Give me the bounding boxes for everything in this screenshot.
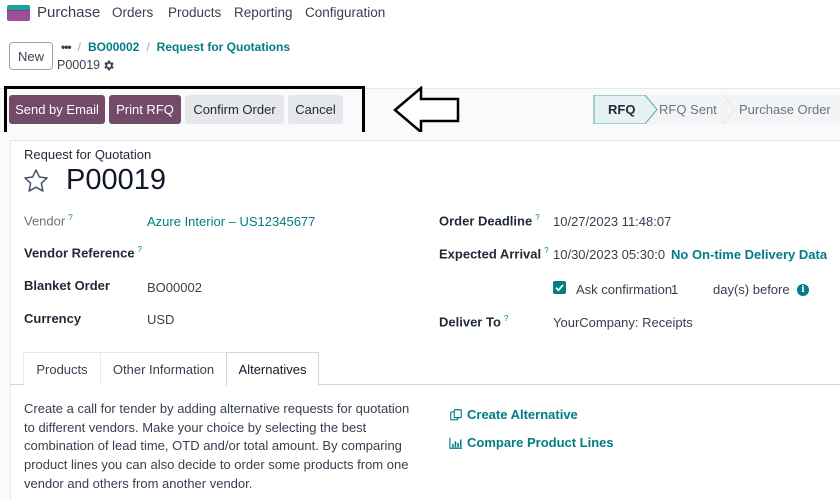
cancel-button[interactable]: Cancel (288, 95, 343, 124)
days-before-label: day(s) before (713, 282, 790, 297)
deliver-to-label: Deliver To? (439, 314, 509, 330)
new-button[interactable]: New (9, 42, 53, 70)
breadcrumb-separator: / (146, 40, 150, 54)
checkmark-icon (555, 284, 564, 292)
create-alternative-button[interactable]: Create Alternative (449, 407, 578, 422)
expected-arrival-field[interactable]: 10/30/2023 05:30:0 (553, 247, 665, 262)
tab-other-information[interactable]: Other Information (100, 352, 227, 385)
tab-products[interactable]: Products (23, 352, 101, 385)
vendor-reference-field[interactable] (147, 246, 397, 262)
app-name[interactable]: Purchase (37, 4, 100, 21)
order-deadline-label: Order Deadline? (439, 213, 540, 229)
help-tooltip-icon[interactable]: ? (68, 213, 72, 222)
compare-product-lines-button[interactable]: Compare Product Lines (449, 435, 614, 450)
currency-label: Currency (24, 311, 82, 326)
breadcrumb-separator: / (77, 40, 81, 54)
expected-arrival-label: Expected Arrival? (439, 246, 549, 262)
annotation-arrow-icon (393, 86, 460, 134)
confirm-order-button[interactable]: Confirm Order (185, 95, 284, 124)
help-tooltip-icon[interactable]: ? (504, 314, 508, 323)
help-tooltip-icon[interactable]: ? (138, 245, 142, 254)
breadcrumb-rfq-list[interactable]: Request for Quotations (157, 40, 290, 54)
menu-configuration[interactable]: Configuration (305, 5, 385, 20)
print-rfq-button[interactable]: Print RFQ (109, 95, 181, 124)
alternatives-description: Create a call for tender by adding alter… (24, 401, 410, 491)
help-tooltip-icon[interactable]: ? (544, 246, 548, 255)
tab-alternatives[interactable]: Alternatives (226, 352, 319, 386)
deliver-to-field[interactable]: YourCompany: Receipts (553, 315, 693, 330)
menu-products[interactable]: Products (168, 5, 221, 20)
confirmation-days-field[interactable]: 1 (671, 282, 678, 297)
gear-icon[interactable] (102, 59, 115, 72)
compare-product-lines-label: Compare Product Lines (467, 435, 614, 450)
status-bar: RFQ RFQ Sent Purchase Order (593, 95, 840, 124)
bar-chart-icon (449, 437, 463, 449)
top-navbar: Purchase Orders Products Reporting Confi… (0, 0, 840, 28)
vendor-reference-label: Vendor Reference? (24, 245, 142, 261)
vendor-label: Vendor? (24, 213, 73, 229)
breadcrumb-more[interactable]: ••• (61, 40, 72, 54)
document-name: P00019 (66, 164, 166, 196)
document-type: Request for Quotation (24, 147, 152, 162)
breadcrumb: ••• / BO00002 / Request for Quotations (61, 40, 290, 54)
breadcrumb-blanket-order[interactable]: BO00002 (88, 40, 139, 54)
stage-purchase-order[interactable]: Purchase Order (739, 95, 831, 124)
blanket-order-field[interactable]: BO00002 (147, 280, 202, 295)
copy-icon (450, 408, 462, 420)
star-icon[interactable] (22, 167, 50, 195)
stage-rfq[interactable]: RFQ (593, 95, 657, 124)
purchase-app-icon[interactable] (7, 5, 30, 21)
ask-confirmation-label: Ask confirmation (576, 282, 673, 297)
ask-confirmation-checkbox[interactable] (553, 281, 566, 294)
help-tooltip-icon[interactable]: ? (535, 213, 539, 222)
vendor-field[interactable]: Azure Interior – US12345677 (147, 214, 315, 229)
menu-reporting[interactable]: Reporting (234, 5, 293, 20)
on-time-delivery-link[interactable]: No On-time Delivery Data (671, 247, 827, 262)
currency-field[interactable]: USD (147, 312, 174, 327)
send-by-email-button[interactable]: Send by Email (9, 95, 105, 124)
menu-orders[interactable]: Orders (112, 5, 153, 20)
create-alternative-label: Create Alternative (467, 407, 578, 422)
info-icon[interactable]: i (797, 284, 809, 296)
blanket-order-label: Blanket Order (24, 278, 110, 293)
order-deadline-field[interactable]: 10/27/2023 11:48:07 (553, 214, 671, 229)
stage-rfq-sent[interactable]: RFQ Sent (659, 95, 717, 124)
record-name: P00019 (57, 58, 101, 72)
